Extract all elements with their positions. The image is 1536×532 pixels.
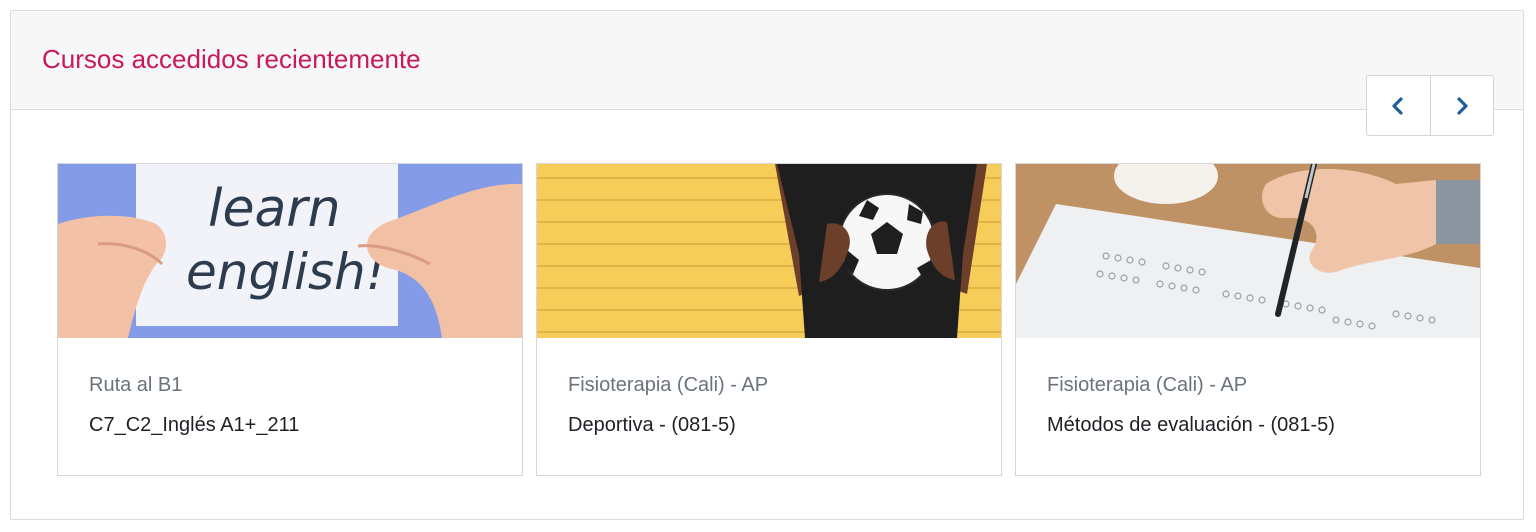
block-header: Cursos accedidos recientemente: [11, 11, 1523, 110]
course-card[interactable]: Fisioterapia (Cali) - AP Métodos de eval…: [1015, 163, 1481, 476]
next-button[interactable]: [1429, 76, 1494, 135]
course-card[interactable]: Fisioterapia (Cali) - AP Deportiva - (08…: [536, 163, 1002, 476]
learn-english-card-image: learn english!: [58, 164, 522, 338]
exam-answer-sheet-image: [1016, 164, 1480, 338]
card-body: Ruta al B1 C7_C2_Inglés A1+_211: [89, 374, 502, 437]
carousel-nav: [1366, 75, 1494, 136]
previous-button[interactable]: [1367, 76, 1430, 135]
learn-text: learn: [208, 179, 341, 239]
card-body: Fisioterapia (Cali) - AP Métodos de eval…: [1047, 374, 1460, 437]
course-card[interactable]: learn english! Ruta al B1 C7_C2_Inglés A…: [57, 163, 523, 476]
course-name[interactable]: Métodos de evaluación - (081-5): [1047, 414, 1460, 437]
recent-courses-block: Cursos accedidos recientemente learn eng…: [10, 10, 1524, 520]
course-name[interactable]: C7_C2_Inglés A1+_211: [89, 414, 502, 437]
course-category: Ruta al B1: [89, 374, 183, 396]
english-text: english!: [186, 243, 386, 301]
course-name[interactable]: Deportiva - (081-5): [568, 414, 981, 437]
block-title: Cursos accedidos recientemente: [42, 44, 421, 74]
card-body: Fisioterapia (Cali) - AP Deportiva - (08…: [568, 374, 981, 437]
chevron-right-icon: [1457, 96, 1468, 115]
soccer-ball-image: [537, 164, 1001, 338]
chevron-left-icon: [1392, 96, 1403, 115]
course-category: Fisioterapia (Cali) - AP: [1047, 374, 1248, 396]
course-category: Fisioterapia (Cali) - AP: [568, 374, 769, 396]
